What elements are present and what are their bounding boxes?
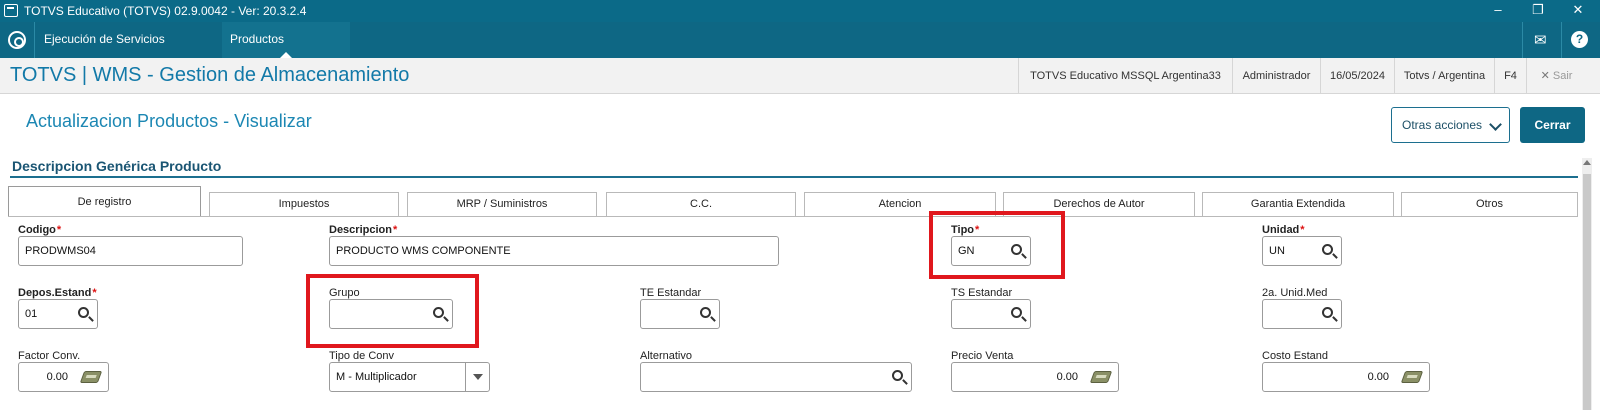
other-actions-label: Otras acciones bbox=[1402, 118, 1483, 132]
tipo-conv-label: Tipo de Conv bbox=[329, 350, 395, 362]
search-icon[interactable] bbox=[78, 307, 89, 318]
page-title: Actualizacion Productos - Visualizar bbox=[26, 111, 312, 131]
app-title: TOTVS | WMS - Gestion de Almacenamiento bbox=[10, 64, 410, 86]
folder-tab-de-registro[interactable]: De registro bbox=[8, 186, 201, 216]
environment-label: TOTVS Educativo MSSQL Argentina33 bbox=[1018, 58, 1232, 94]
folder-tab-cc[interactable]: C.C. bbox=[606, 192, 796, 216]
costo-estand-value: 0.00 bbox=[1367, 371, 1389, 383]
tab-ejecucion-servicios[interactable]: Ejecución de Servicios [02.9.0042]× bbox=[36, 22, 222, 80]
exit-label: Sair bbox=[1552, 70, 1573, 82]
depos-estand-value: 01 bbox=[25, 308, 38, 320]
minimize-button[interactable]: – bbox=[1478, 0, 1518, 22]
descripcion-field[interactable]: PRODUCTO WMS COMPONENTE bbox=[329, 236, 779, 266]
calculator-icon[interactable] bbox=[79, 371, 103, 383]
search-icon[interactable] bbox=[1322, 244, 1333, 255]
search-icon[interactable] bbox=[700, 307, 711, 318]
mail-icon[interactable]: ✉ bbox=[1534, 31, 1547, 49]
highlight-box-tipo bbox=[929, 211, 1065, 279]
ts-estandar-label: TS Estandar bbox=[951, 287, 1013, 299]
factor-conv-value: 0.00 bbox=[46, 371, 68, 383]
close-button[interactable]: Cerrar bbox=[1520, 107, 1585, 143]
codigo-field[interactable]: PRODWMS04 bbox=[18, 236, 243, 266]
alternativo-label: Alternativo bbox=[640, 350, 692, 362]
window-title: TOTVS Educativo (TOTVS) 02.9.0042 - Ver:… bbox=[24, 4, 307, 18]
costo-estand-label: Costo Estand bbox=[1262, 350, 1329, 362]
f4-key-label[interactable]: F4 bbox=[1494, 58, 1526, 94]
calculator-icon[interactable] bbox=[1400, 371, 1424, 383]
folder-tab-baseline bbox=[8, 216, 1578, 217]
user-label: Administrador bbox=[1232, 58, 1320, 94]
unidad-label: Unidad* bbox=[1262, 224, 1305, 236]
calculator-icon[interactable] bbox=[1089, 371, 1113, 383]
folder-tab-otros[interactable]: Otros bbox=[1401, 192, 1578, 216]
vertical-scrollbar[interactable] bbox=[1582, 158, 1592, 410]
help-icon[interactable]: ? bbox=[1571, 31, 1588, 48]
te-estandar-field[interactable] bbox=[640, 299, 720, 329]
segunda-unid-med-label: 2a. Unid.Med bbox=[1262, 287, 1328, 299]
te-estandar-label: TE Estandar bbox=[640, 287, 702, 299]
codigo-label: Codigo* bbox=[18, 224, 62, 236]
dropdown-arrow-icon[interactable] bbox=[465, 363, 489, 391]
section-title: Descripcion Genérica Producto bbox=[12, 158, 222, 174]
unidad-field[interactable]: UN bbox=[1262, 236, 1342, 266]
factor-conv-field[interactable]: 0.00 bbox=[18, 362, 109, 392]
depos-estand-label: Depos.Estand* bbox=[18, 287, 97, 299]
date-label: 16/05/2024 bbox=[1320, 58, 1394, 94]
precio-venta-label: Precio Venta bbox=[951, 350, 1014, 362]
other-actions-button[interactable]: Otras acciones bbox=[1391, 107, 1510, 143]
ts-estandar-field[interactable] bbox=[951, 299, 1031, 329]
search-icon[interactable] bbox=[1011, 307, 1022, 318]
search-icon[interactable] bbox=[892, 370, 903, 381]
tab-productos[interactable]: Productos [02.9.0042]× bbox=[222, 22, 350, 80]
descripcion-label: Descripcion* bbox=[329, 224, 398, 236]
maximize-button[interactable]: ❐ bbox=[1518, 0, 1558, 22]
close-window-button[interactable]: ✕ bbox=[1558, 0, 1598, 22]
section-divider bbox=[10, 176, 1578, 178]
window-titlebar: TOTVS Educativo (TOTVS) 02.9.0042 - Ver:… bbox=[0, 0, 1600, 22]
highlight-box-grupo bbox=[306, 274, 479, 348]
tipo-conv-value: M - Multiplicador bbox=[336, 371, 417, 383]
precio-venta-field[interactable]: 0.00 bbox=[951, 362, 1119, 392]
home-icon[interactable] bbox=[8, 31, 26, 49]
folder-tab-mrp-suministros[interactable]: MRP / Suministros bbox=[407, 192, 597, 216]
factor-conv-label: Factor Conv. bbox=[18, 350, 81, 362]
company-label: Totvs / Argentina bbox=[1394, 58, 1494, 94]
app-icon bbox=[4, 4, 18, 17]
scroll-up-icon[interactable] bbox=[1583, 160, 1591, 165]
segunda-unid-med-field[interactable] bbox=[1262, 299, 1342, 329]
app-header: TOTVS | WMS - Gestion de Almacenamiento … bbox=[0, 58, 1600, 94]
depos-estand-field[interactable]: 01 bbox=[18, 299, 98, 329]
chevron-down-icon bbox=[1489, 118, 1502, 131]
alternativo-field[interactable] bbox=[640, 362, 912, 392]
tab-separator bbox=[1522, 22, 1523, 58]
exit-button[interactable]: ✕ Sair bbox=[1526, 58, 1586, 94]
unidad-value: UN bbox=[1269, 245, 1285, 257]
tab-separator bbox=[34, 22, 35, 58]
program-tab-bar: Ejecución de Servicios [02.9.0042]× Prod… bbox=[0, 22, 1600, 80]
close-icon: ✕ bbox=[1540, 70, 1550, 82]
scroll-thumb[interactable] bbox=[1583, 174, 1591, 410]
costo-estand-field[interactable]: 0.00 bbox=[1262, 362, 1430, 392]
tab-separator bbox=[1561, 22, 1562, 58]
folder-tab-garantia-extendida[interactable]: Garantia Extendida bbox=[1202, 192, 1394, 216]
precio-venta-value: 0.00 bbox=[1056, 371, 1078, 383]
folder-tab-impuestos[interactable]: Impuestos bbox=[209, 192, 399, 216]
search-icon[interactable] bbox=[1322, 307, 1333, 318]
tipo-conv-select[interactable]: M - Multiplicador bbox=[329, 362, 490, 392]
